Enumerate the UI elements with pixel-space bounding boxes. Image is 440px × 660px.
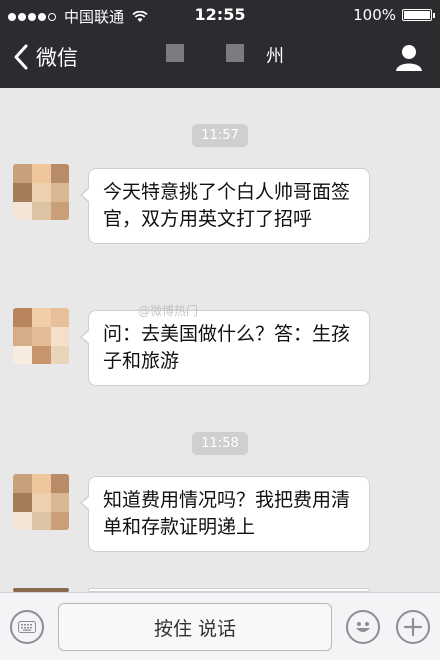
battery-icon (402, 9, 435, 21)
chat-area[interactable]: 11:57 今天特意挑了个白人帅哥面签官，双方用英文打了招呼 问：去美国做什么？… (0, 88, 440, 623)
plus-button[interactable] (396, 610, 430, 644)
status-bar: 中国联通 12:55 100% (0, 0, 440, 30)
avatar[interactable] (13, 164, 69, 220)
back-button[interactable]: 微信 (10, 42, 78, 72)
keyboard-button[interactable] (10, 610, 44, 644)
chevron-left-icon (14, 44, 28, 70)
top-bar: 中国联通 12:55 100% 微信 州 (0, 0, 440, 88)
chat-title: 州 (160, 40, 290, 70)
message-bubble[interactable]: 今天特意挑了个白人帅哥面签官，双方用英文打了招呼 (80, 168, 370, 244)
smiley-icon (356, 622, 370, 632)
back-label: 微信 (36, 46, 78, 70)
avatar[interactable] (13, 308, 69, 364)
nav-bar: 微信 州 (0, 30, 440, 88)
watermark: @微博热门 (138, 304, 199, 318)
plus-icon (403, 617, 423, 637)
timestamp: 11:57 (0, 124, 440, 147)
message-bubble[interactable]: 知道费用情况吗？我把费用清单和存款证明递上 (80, 476, 370, 552)
chat-title-visible: 州 (266, 46, 284, 67)
keyboard-icon (18, 621, 36, 633)
emoji-button[interactable] (346, 610, 380, 644)
message-bubble[interactable]: 问：去美国做什么？答：生孩子和旅游 (80, 310, 370, 386)
input-bar: 按住 说话 (0, 592, 440, 660)
hold-to-talk-button[interactable]: 按住 说话 (58, 603, 332, 651)
timestamp: 11:58 (0, 432, 440, 455)
avatar[interactable] (13, 474, 69, 530)
battery-percent: 100% (353, 6, 396, 24)
profile-icon[interactable] (394, 42, 424, 72)
